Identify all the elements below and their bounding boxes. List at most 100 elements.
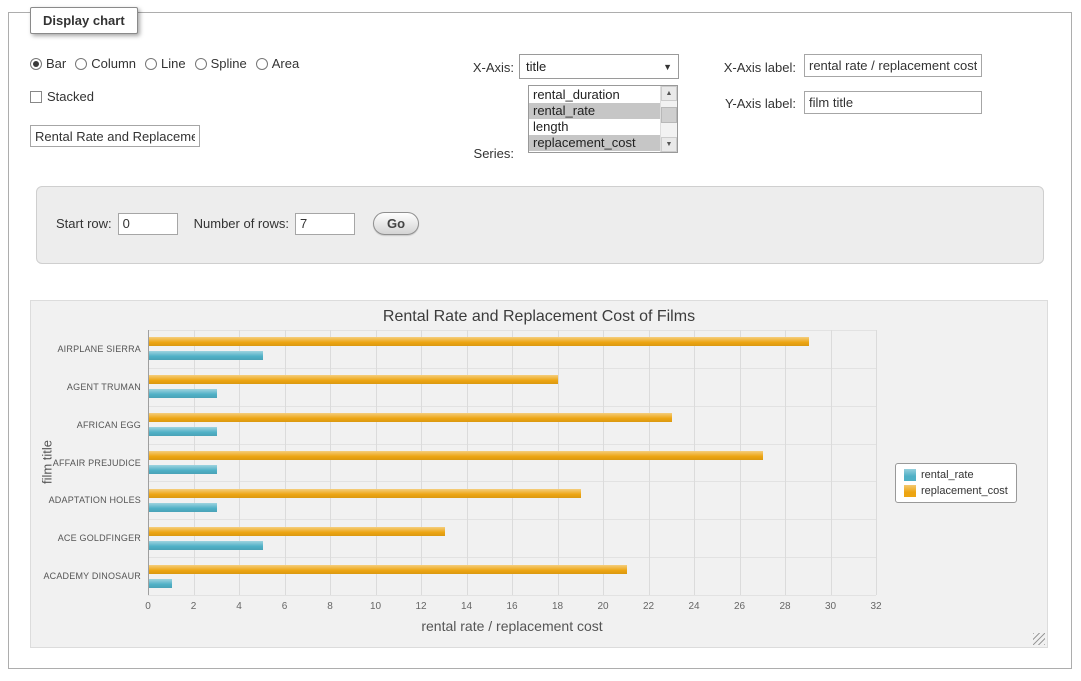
grid-line-horizontal <box>148 595 876 596</box>
category-label: AFFAIR PREJUDICE <box>37 458 141 468</box>
bar-replacement_cost[interactable] <box>149 527 445 536</box>
series-option-rental_rate[interactable]: rental_rate <box>529 103 660 119</box>
chart-type-option-line[interactable]: Line <box>145 56 186 71</box>
bar-rental_rate[interactable] <box>149 389 217 398</box>
grid-line-vertical <box>785 330 786 595</box>
category-label: AFRICAN EGG <box>37 420 141 430</box>
bar-rental_rate[interactable] <box>149 579 172 588</box>
radio-icon <box>195 58 207 70</box>
scrollbar-down-icon[interactable]: ▼ <box>661 137 677 152</box>
category-label: AGENT TRUMAN <box>37 382 141 392</box>
number-of-rows-label: Number of rows: <box>194 216 289 231</box>
category-label: ACE GOLDFINGER <box>37 533 141 543</box>
grid-line-vertical <box>649 330 650 595</box>
series-options: rental_durationrental_ratelengthreplacem… <box>529 86 660 152</box>
chart-type-option-area[interactable]: Area <box>256 56 299 71</box>
bar-rental_rate[interactable] <box>149 427 217 436</box>
legend-swatch <box>904 469 916 481</box>
value-axis-line <box>148 330 149 595</box>
scrollbar-track[interactable] <box>661 101 677 137</box>
chart-type-radio-group: Bar Column Line Spline Area <box>30 56 299 71</box>
y-axis-label-input[interactable] <box>804 91 982 114</box>
chart-type-option-column[interactable]: Column <box>75 56 136 71</box>
legend-item-replacement_cost[interactable]: replacement_cost <box>904 485 1008 497</box>
bar-replacement_cost[interactable] <box>149 375 558 384</box>
grid-line-vertical <box>694 330 695 595</box>
grid-line-vertical <box>558 330 559 595</box>
display-chart-fieldset: Display chart BarColumnLineSplineArea St… <box>8 12 1072 669</box>
x-axis-label-text: X-Axis label: <box>696 60 796 75</box>
grid-line-vertical <box>512 330 513 595</box>
chart-container: Rental Rate and Replacement Cost of Film… <box>30 300 1048 648</box>
x-tick-label: 16 <box>506 601 517 612</box>
x-tick-label: 0 <box>145 601 151 612</box>
chart-title-input[interactable] <box>30 125 200 147</box>
legend-item-rental_rate[interactable]: rental_rate <box>904 469 1008 481</box>
series-option-replacement_cost[interactable]: replacement_cost <box>529 135 660 151</box>
stacked-checkbox[interactable]: Stacked <box>30 89 94 104</box>
radio-label: Column <box>91 56 136 71</box>
radio-icon <box>75 58 87 70</box>
panel-legend: Display chart <box>30 7 138 34</box>
x-tick-label: 10 <box>370 601 381 612</box>
x-tick-label: 28 <box>779 601 790 612</box>
x-tick-label: 22 <box>643 601 654 612</box>
bar-replacement_cost[interactable] <box>149 413 672 422</box>
bar-rental_rate[interactable] <box>149 541 263 550</box>
x-axis-select-label: X-Axis: <box>414 60 514 75</box>
row-range-panel: Start row: Number of rows: Go <box>36 186 1044 264</box>
x-tick-label: 26 <box>734 601 745 612</box>
chart-type-option-spline[interactable]: Spline <box>195 56 247 71</box>
plot-area <box>148 330 876 595</box>
start-row-label: Start row: <box>56 216 112 231</box>
bar-replacement_cost[interactable] <box>149 451 763 460</box>
bar-replacement_cost[interactable] <box>149 565 627 574</box>
radio-icon <box>145 58 157 70</box>
x-tick-label: 24 <box>688 601 699 612</box>
grid-line-vertical <box>239 330 240 595</box>
x-axis-label-input[interactable] <box>804 54 982 77</box>
radio-label: Spline <box>211 56 247 71</box>
chart-type-option-bar[interactable]: Bar <box>30 56 66 71</box>
legend-swatch <box>904 485 916 497</box>
bar-rental_rate[interactable] <box>149 503 217 512</box>
legend-label: rental_rate <box>921 469 974 481</box>
category-label: ADAPTATION HOLES <box>37 495 141 505</box>
legend-label: replacement_cost <box>921 485 1008 497</box>
x-tick-label: 30 <box>825 601 836 612</box>
series-option-rental_duration[interactable]: rental_duration <box>529 87 660 103</box>
scrollbar-up-icon[interactable]: ▲ <box>661 86 677 101</box>
go-button[interactable]: Go <box>373 212 419 235</box>
resize-handle-icon[interactable] <box>1033 633 1045 645</box>
start-row-input[interactable] <box>118 213 178 235</box>
bar-replacement_cost[interactable] <box>149 337 809 346</box>
checkbox-icon <box>30 91 42 103</box>
grid-line-vertical <box>603 330 604 595</box>
x-axis-selected-value: title <box>526 59 546 74</box>
radio-label: Bar <box>46 56 66 71</box>
category-label: AIRPLANE SIERRA <box>37 344 141 354</box>
x-axis-title: rental rate / replacement cost <box>148 618 876 634</box>
grid-line-vertical <box>831 330 832 595</box>
series-listbox[interactable]: rental_durationrental_ratelengthreplacem… <box>528 85 678 153</box>
grid-line-vertical <box>740 330 741 595</box>
bar-rental_rate[interactable] <box>149 465 217 474</box>
x-tick-label: 12 <box>415 601 426 612</box>
radio-icon <box>256 58 268 70</box>
x-axis-select[interactable]: title ▼ <box>519 54 679 79</box>
grid-line-vertical <box>467 330 468 595</box>
grid-line-vertical <box>194 330 195 595</box>
radio-icon <box>30 58 42 70</box>
number-of-rows-input[interactable] <box>295 213 355 235</box>
grid-line-vertical <box>330 330 331 595</box>
scrollbar-thumb[interactable] <box>661 107 677 123</box>
series-option-length[interactable]: length <box>529 119 660 135</box>
bar-replacement_cost[interactable] <box>149 489 581 498</box>
y-axis-label-text: Y-Axis label: <box>696 96 796 111</box>
x-tick-label: 14 <box>461 601 472 612</box>
series-scrollbar[interactable]: ▲ ▼ <box>660 86 677 152</box>
radio-label: Line <box>161 56 186 71</box>
bar-rental_rate[interactable] <box>149 351 263 360</box>
category-label: ACADEMY DINOSAUR <box>37 571 141 581</box>
chart-legend: rental_rate replacement_cost <box>895 463 1017 503</box>
